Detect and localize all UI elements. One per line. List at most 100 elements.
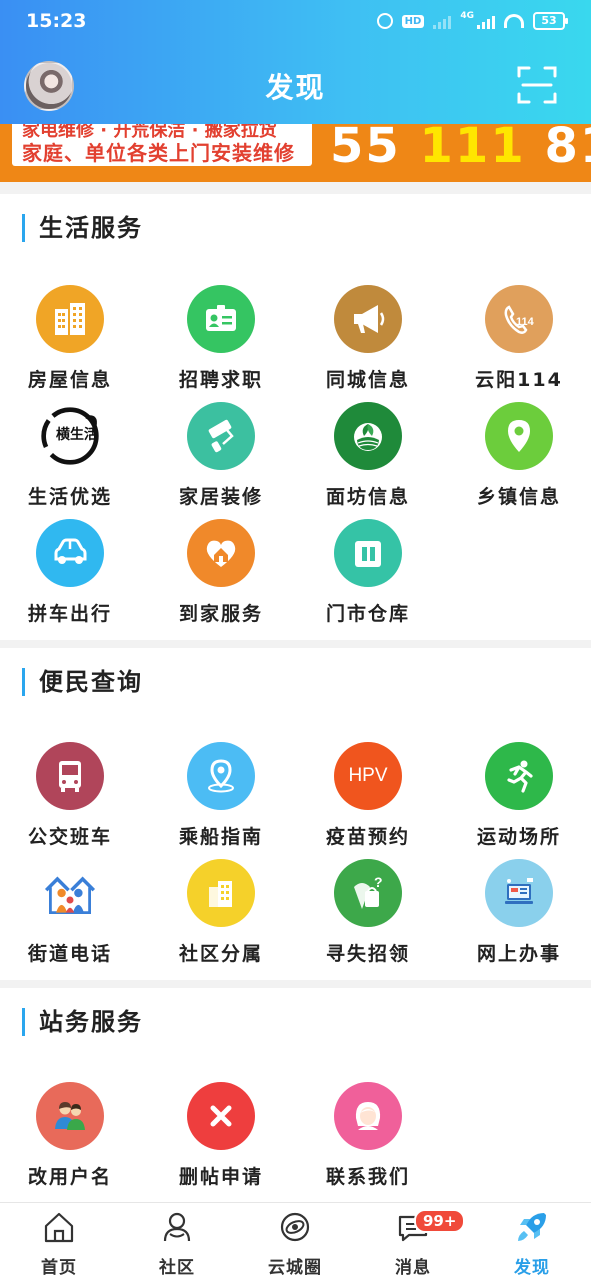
section-title-query: 便民查询 [22, 668, 143, 696]
grid-item-114[interactable]: 114 云阳114 [445, 285, 591, 395]
signal-2-icon [477, 13, 495, 29]
grid-item-delete-request[interactable]: 删帖申请 [147, 1082, 295, 1192]
status-bar: 15:23 HD 4G 53 [0, 0, 591, 44]
megaphone-icon [334, 285, 402, 353]
section-life-services: 生活服务 房屋信息 招聘求职 同城信息 114 云阳114 横生活 生活优选 家… [0, 194, 591, 640]
banner-phone-c: 815 [544, 124, 591, 174]
grid-label: 同城信息 [325, 369, 410, 391]
tab-label: 首页 [41, 1258, 77, 1278]
bus-icon [36, 742, 104, 810]
bottom-tab-bar: 首页 社区 云城圈 99+ 消息 发现 [0, 1202, 591, 1280]
grid-item-decoration[interactable]: 家居装修 [147, 402, 295, 512]
planet-icon [277, 1209, 313, 1245]
tab-discover[interactable]: 发现 [473, 1203, 591, 1280]
grid-label: 疫苗预约 [325, 826, 410, 848]
map-pin-icon [187, 742, 255, 810]
tab-home[interactable]: 首页 [0, 1203, 118, 1280]
grid-item-vaccine[interactable]: HPV 疫苗预约 [294, 742, 442, 852]
banner-text-box: 家电维修 · 开荒保洁 · 搬家拉货 家庭、单位各类上门安装维修 [12, 124, 312, 166]
banner-line2: 家庭、单位各类上门安装维修 [22, 141, 295, 165]
grid-label: 改用户名 [27, 1166, 112, 1188]
page-title: 发现 [265, 71, 326, 104]
family-house-icon [36, 859, 104, 927]
grid-label: 生活优选 [27, 486, 112, 508]
grid-item-home-service[interactable]: 到家服务 [147, 519, 295, 629]
grid-label: 删帖申请 [178, 1166, 263, 1188]
grid-label: 网上办事 [476, 943, 561, 965]
grid-item-online-service[interactable]: 网上办事 [445, 859, 591, 969]
grid-label: 面坊信息 [325, 486, 410, 508]
grid-item-bus[interactable]: 公交班车 [0, 742, 144, 852]
section-site-services: 站务服务 改用户名 删帖申请 联系我们 [0, 988, 591, 1202]
grid-item-lost-found[interactable]: ? 寻失招领 [294, 859, 442, 969]
store-icon [334, 519, 402, 587]
id-card-icon [187, 285, 255, 353]
grid-label: 乡镇信息 [476, 486, 561, 508]
grid-item-carpool[interactable]: 拼车出行 [0, 519, 144, 629]
ad-banner[interactable]: 家电维修 · 开荒保洁 · 搬家拉货 家庭、单位各类上门安装维修 55 111 … [0, 124, 591, 182]
lost-found-icon: ? [334, 859, 402, 927]
status-time: 15:23 [26, 10, 87, 32]
svg-text:?: ? [374, 874, 383, 890]
community-icon [159, 1209, 195, 1245]
hpv-icon-text: HPV [348, 765, 388, 786]
tab-messages[interactable]: 99+ 消息 [354, 1203, 472, 1280]
tab-label: 消息 [395, 1258, 431, 1278]
location-pin-icon [485, 402, 553, 470]
battery-icon: 53 [533, 12, 568, 30]
banner-phone-a: 55 [330, 124, 401, 174]
tab-cloud-city[interactable]: 云城圈 [236, 1203, 354, 1280]
tab-label: 社区 [159, 1258, 195, 1278]
grid-item-life-select[interactable]: 横生活 生活优选 [0, 402, 144, 512]
svg-text:114: 114 [516, 316, 535, 328]
grid-label: 拼车出行 [27, 603, 112, 625]
building-icon [36, 285, 104, 353]
grid-item-ferry[interactable]: 乘船指南 [147, 742, 295, 852]
car-icon [36, 519, 104, 587]
online-service-icon [485, 859, 553, 927]
grid-label: 运动场所 [476, 826, 561, 848]
paint-roller-icon [187, 402, 255, 470]
grid-label: 寻失招领 [325, 943, 410, 965]
hpv-icon: HPV [334, 742, 402, 810]
grid-label: 房屋信息 [27, 369, 112, 391]
signal-1-icon [433, 13, 452, 29]
home-icon [41, 1209, 77, 1245]
wifi-icon [504, 14, 524, 28]
grid-item-noodle[interactable]: 面坊信息 [294, 402, 442, 512]
grid-item-town[interactable]: 乡镇信息 [445, 402, 591, 512]
grid-item-community[interactable]: 社区分属 [147, 859, 295, 969]
grid-item-street-phone[interactable]: 街道电话 [0, 859, 144, 969]
grid-item-jobs[interactable]: 招聘求职 [147, 285, 295, 395]
noodle-logo-icon [334, 402, 402, 470]
banner-phone: 55 111 815 [330, 124, 591, 174]
grid-label: 招聘求职 [178, 369, 263, 391]
hd-icon: HD [401, 14, 425, 28]
grid-label: 街道电话 [27, 943, 112, 965]
grid-label: 乘船指南 [178, 826, 263, 848]
grid-item-rename[interactable]: 改用户名 [0, 1082, 144, 1192]
tab-community[interactable]: 社区 [118, 1203, 236, 1280]
grid-item-house[interactable]: 房屋信息 [0, 285, 144, 395]
rocket-icon [514, 1209, 550, 1245]
scan-icon[interactable] [517, 64, 557, 106]
top-header: 15:23 HD 4G 53 发现 [0, 0, 591, 124]
tab-label: 发现 [514, 1258, 550, 1278]
unread-badge: 99+ [414, 1209, 466, 1233]
tab-label: 云城圈 [268, 1258, 322, 1278]
grid-item-sports[interactable]: 运动场所 [445, 742, 591, 852]
delete-x-icon [187, 1082, 255, 1150]
section-title-site: 站务服务 [22, 1008, 143, 1036]
grid-label: 门市仓库 [325, 603, 410, 625]
grid-label: 家居装修 [178, 486, 263, 508]
alarm-icon [376, 13, 393, 29]
grid-label: 联系我们 [325, 1166, 410, 1188]
grid-item-city-info[interactable]: 同城信息 [294, 285, 442, 395]
grid-label: 云阳114 [475, 369, 563, 391]
grid-item-store[interactable]: 门市仓库 [294, 519, 442, 629]
support-agent-icon [334, 1082, 402, 1150]
grid-item-contact[interactable]: 联系我们 [294, 1082, 442, 1192]
runner-icon [485, 742, 553, 810]
banner-phone-b: 111 [419, 124, 526, 174]
brush-logo-text: 横生活 [56, 426, 98, 443]
